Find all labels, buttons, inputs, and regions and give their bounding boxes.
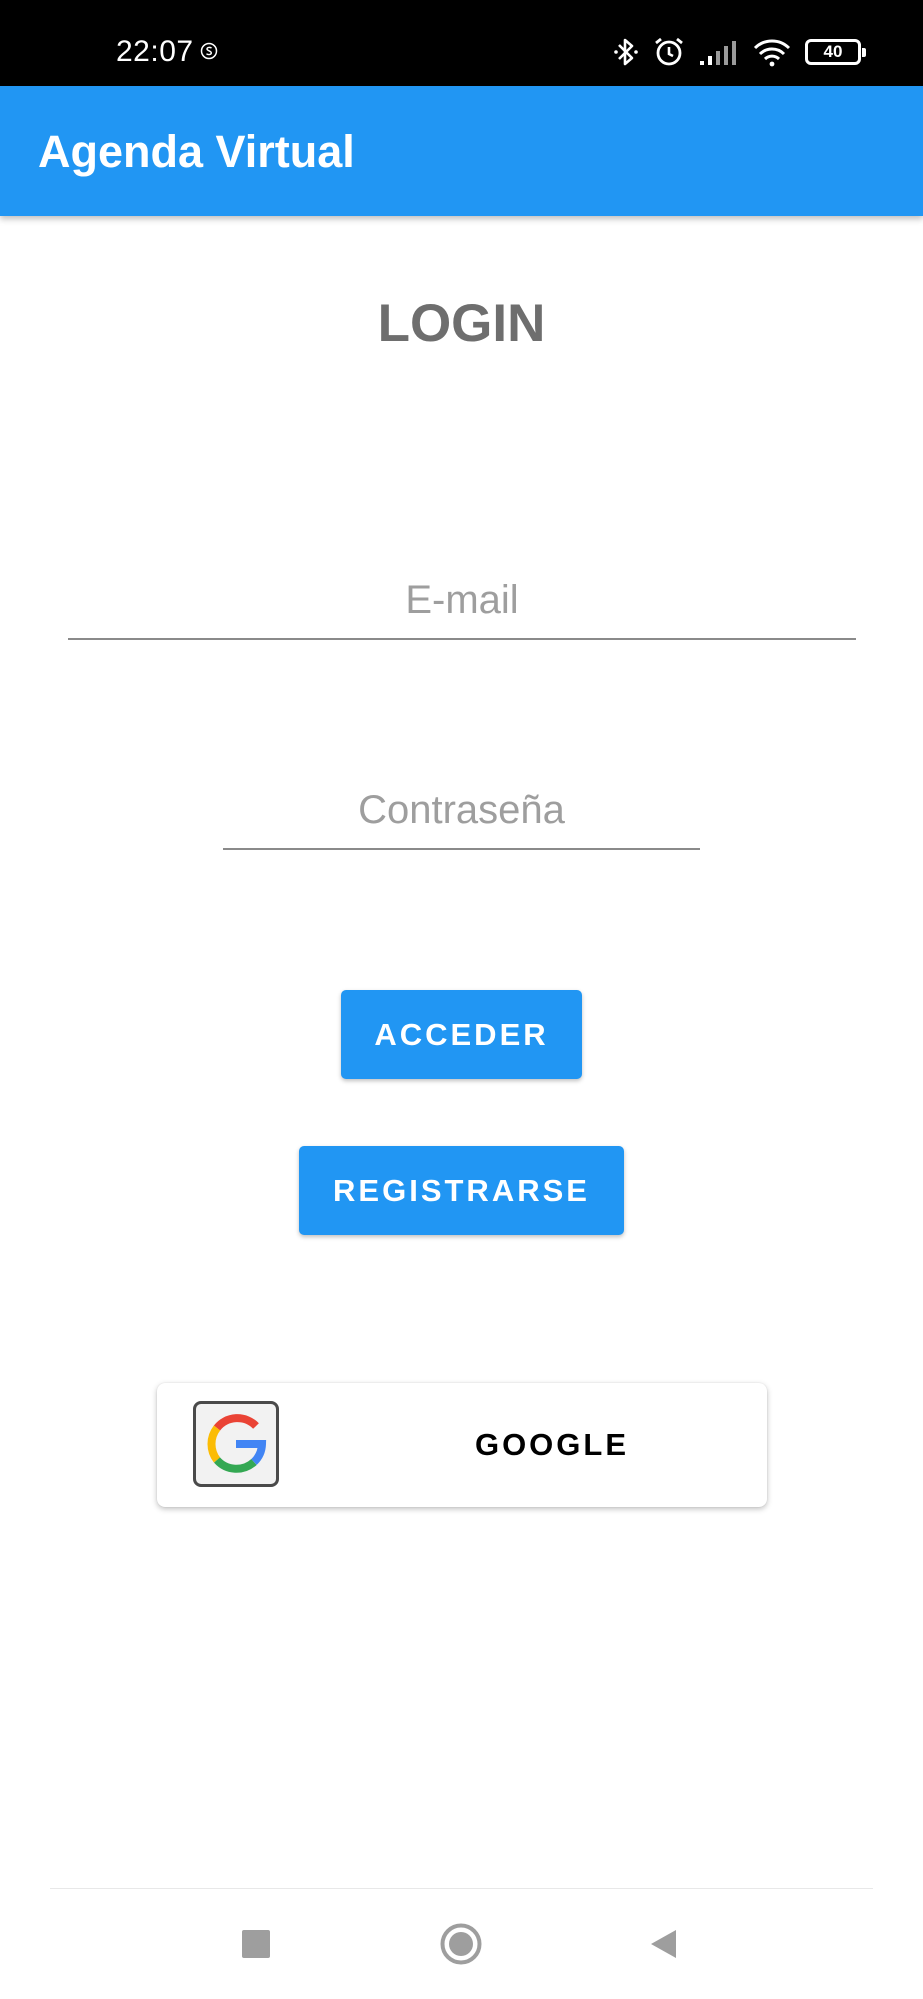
alarm-icon <box>655 37 683 66</box>
google-button-label: GOOGLE <box>474 1427 630 1462</box>
app-bar: Agenda Virtual <box>0 86 923 216</box>
back-triangle-icon[interactable] <box>648 1928 678 1960</box>
status-bar: 22:07 40 <box>0 0 923 86</box>
recents-square-icon[interactable] <box>242 1930 270 1958</box>
wifi-icon <box>753 39 791 67</box>
email-field[interactable] <box>68 570 856 640</box>
google-g-icon <box>207 1414 267 1473</box>
access-button[interactable]: ACCEDER <box>341 990 582 1079</box>
battery-level: 40 <box>823 42 843 61</box>
battery-icon: 40 <box>805 39 866 65</box>
status-time: 22:07 <box>116 35 194 68</box>
home-circle-icon[interactable] <box>440 1923 482 1965</box>
bluetooth-icon <box>614 38 638 66</box>
status-icons: 40 <box>613 34 866 70</box>
app-title: Agenda Virtual <box>38 126 355 177</box>
google-logo-icon <box>193 1401 279 1487</box>
navigation-bar <box>0 1889 923 1999</box>
login-title: LOGIN <box>377 294 546 353</box>
register-button-label: REGISTRARSE <box>333 1172 590 1208</box>
password-field[interactable] <box>223 780 700 850</box>
signal-icon <box>700 41 736 65</box>
s-icon <box>200 42 218 60</box>
register-button[interactable]: REGISTRARSE <box>299 1146 624 1235</box>
google-sign-in-button[interactable]: GOOGLE <box>157 1383 767 1507</box>
access-button-label: ACCEDER <box>374 1016 549 1052</box>
login-screen: 22:07 40 Agenda Virtual LOGIN E-mail ACC… <box>0 0 923 1999</box>
